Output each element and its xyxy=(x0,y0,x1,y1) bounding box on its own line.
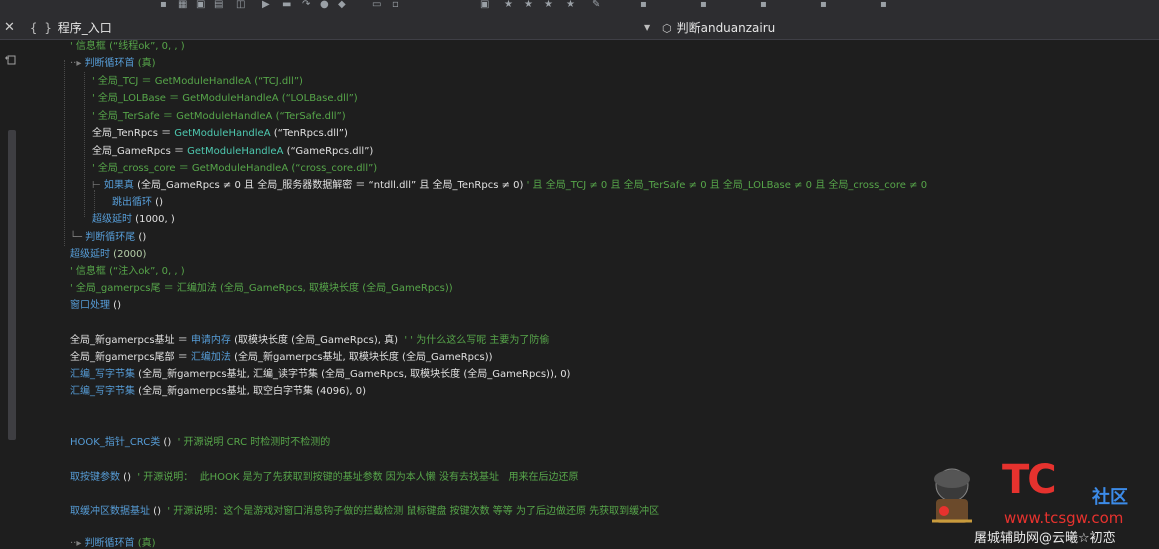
indent-guide xyxy=(84,72,85,217)
toolbar-icon-8[interactable]: ▣ xyxy=(480,0,489,10)
code-line: 汇编_写字节集 (全局_新gamerpcs基址, 取空白字节集 (4096), … xyxy=(70,386,367,397)
member-dropdown[interactable]: { } 程序_入口 xyxy=(30,19,650,37)
code-line: 超级延时 (2000) xyxy=(70,249,147,260)
code-line: ' 全局_cross_core ＝ GetModuleHandleA (“cro… xyxy=(92,163,378,174)
navigation-bar: ✕ { } 程序_入口 ▼ ⬡ 判断anduanzairu xyxy=(0,17,1159,40)
bookmark-icon-3[interactable]: ★ xyxy=(544,0,553,10)
code-line: ' 全局_TerSafe ＝ GetModuleHandleA (“TerSaf… xyxy=(92,111,346,122)
tool-icon[interactable]: ✎ xyxy=(592,0,600,10)
code-line: ' 信息框 (“注入ok”, 0, , ) xyxy=(70,266,185,277)
bookmark-icon[interactable]: ★ xyxy=(504,0,513,10)
member-dropdown-label: 程序_入口 xyxy=(57,21,112,35)
code-line: ··▸ 判断循环首 (真) xyxy=(70,58,156,69)
code-line: 跳出循环 () xyxy=(112,197,163,208)
watermark-club: 社区 xyxy=(1092,487,1128,508)
indent-guide xyxy=(64,60,65,246)
vertical-scrollbar[interactable] xyxy=(8,130,16,440)
code-line: ' 全局_LOLBase ＝ GetModuleHandleA (“LOLBas… xyxy=(92,93,358,104)
code-line: ··▸ 判断循环首 (真) xyxy=(70,538,156,549)
toolbar-icon-10[interactable]: ▪ xyxy=(700,0,707,10)
stop-icon[interactable]: ▬ xyxy=(282,0,291,10)
code-line: ' 信息框 (“线程ok”, 0, , ) xyxy=(70,41,185,52)
toolbar-icon-13[interactable]: ▪ xyxy=(880,0,887,10)
toolbar-icon-1[interactable]: ▪ xyxy=(160,0,167,10)
watermark-url: www.tcsgw.com xyxy=(1004,509,1124,527)
code-line: 取缓冲区数据基址 () ' 开源说明：这个是游戏对窗口消息钩子做的拦截检测 鼠标… xyxy=(70,506,660,517)
code-line: 全局_TenRpcs ＝ GetModuleHandleA (“TenRpcs.… xyxy=(92,128,348,139)
toolbar-icon-6[interactable]: ▭ xyxy=(372,0,381,10)
toolbar-icon-3[interactable]: ▣ xyxy=(196,0,205,10)
toolbar-icon-2[interactable]: ▦ xyxy=(178,0,187,10)
bookmark-icon-2[interactable]: ★ xyxy=(524,0,533,10)
close-icon[interactable]: ✕ xyxy=(4,20,15,35)
code-line: 全局_GameRpcs ＝ GetModuleHandleA (“GameRpc… xyxy=(92,146,374,157)
code-line: ⊢ 如果真 (全局_GameRpcs ≠ 0 且 全局_服务器数据解密 ＝ “n… xyxy=(92,180,928,191)
watermark: TC 社区 www.tcsgw.com 屠城辅助网@云曦☆初恋 xyxy=(918,455,1154,546)
code-line: 汇编_写字节集 (全局_新gamerpcs基址, 汇编_读字节集 (全局_Gam… xyxy=(70,369,571,380)
code-line: 取按键参数 () ' 开源说明： 此HOOK 是为了先获取到按键的基址参数 因为… xyxy=(70,472,579,483)
procedure-dropdown[interactable]: ⬡ 判断anduanzairu xyxy=(662,19,912,37)
toolbar-icon-9[interactable]: ▪ xyxy=(640,0,647,10)
code-line: HOOK_指针_CRC类 () ' 开源说明 CRC 时检测时不检测的 xyxy=(70,437,331,448)
toolbar-icon-7[interactable]: ▫ xyxy=(392,0,399,10)
cube-icon: ⬡ xyxy=(662,22,672,35)
step-icon[interactable]: ↷ xyxy=(302,0,310,10)
bookmark-icon-4[interactable]: ★ xyxy=(566,0,575,10)
code-line: 窗口处理 () xyxy=(70,300,121,311)
toolbar-icon-12[interactable]: ▪ xyxy=(820,0,827,10)
chevron-down-icon[interactable]: ▼ xyxy=(644,23,650,32)
code-line: ' 全局_TCJ ＝ GetModuleHandleA (“TCJ.dll”) xyxy=(92,76,303,87)
toolbar-icon-11[interactable]: ▪ xyxy=(760,0,767,10)
mascot-icon xyxy=(932,468,972,523)
step-into-icon[interactable]: ● xyxy=(320,0,329,10)
toolbar-icon-4[interactable]: ▤ xyxy=(214,0,223,10)
braces-icon: { } xyxy=(30,21,52,35)
procedure-dropdown-label: 判断anduanzairu xyxy=(676,21,776,35)
code-line: 全局_新gamerpcs基址 ＝ 申请内存 (取模块长度 (全局_GameRpc… xyxy=(70,335,550,346)
indent-guide xyxy=(94,190,95,212)
editor-gutter xyxy=(0,40,22,549)
watermark-logo: TC xyxy=(1002,457,1057,503)
code-line: 全局_新gamerpcs尾部 ＝ 汇编加法 (全局_新gamerpcs基址, 取… xyxy=(70,352,493,363)
code-line: ' 全局_gamerpcs尾 ＝ 汇编加法 (全局_GameRpcs, 取模块长… xyxy=(70,283,453,294)
watermark-caption: 屠城辅助网@云曦☆初恋 xyxy=(974,531,1116,546)
code-line: 超级延时 (1000, ) xyxy=(92,214,175,225)
toolbar-icon-5[interactable]: ◫ xyxy=(236,0,245,10)
pin-icon[interactable] xyxy=(5,54,17,66)
run-icon[interactable]: ▶ xyxy=(262,0,270,10)
step-out-icon[interactable]: ◆ xyxy=(338,0,346,10)
toolbar: ▪ ▦ ▣ ▤ ◫ ▶ ▬ ↷ ● ◆ ▭ ▫ ▣ ★ ★ ★ ★ ✎ ▪ ▪ … xyxy=(0,0,1159,17)
code-line: └─ 判断循环尾 () xyxy=(70,232,147,243)
